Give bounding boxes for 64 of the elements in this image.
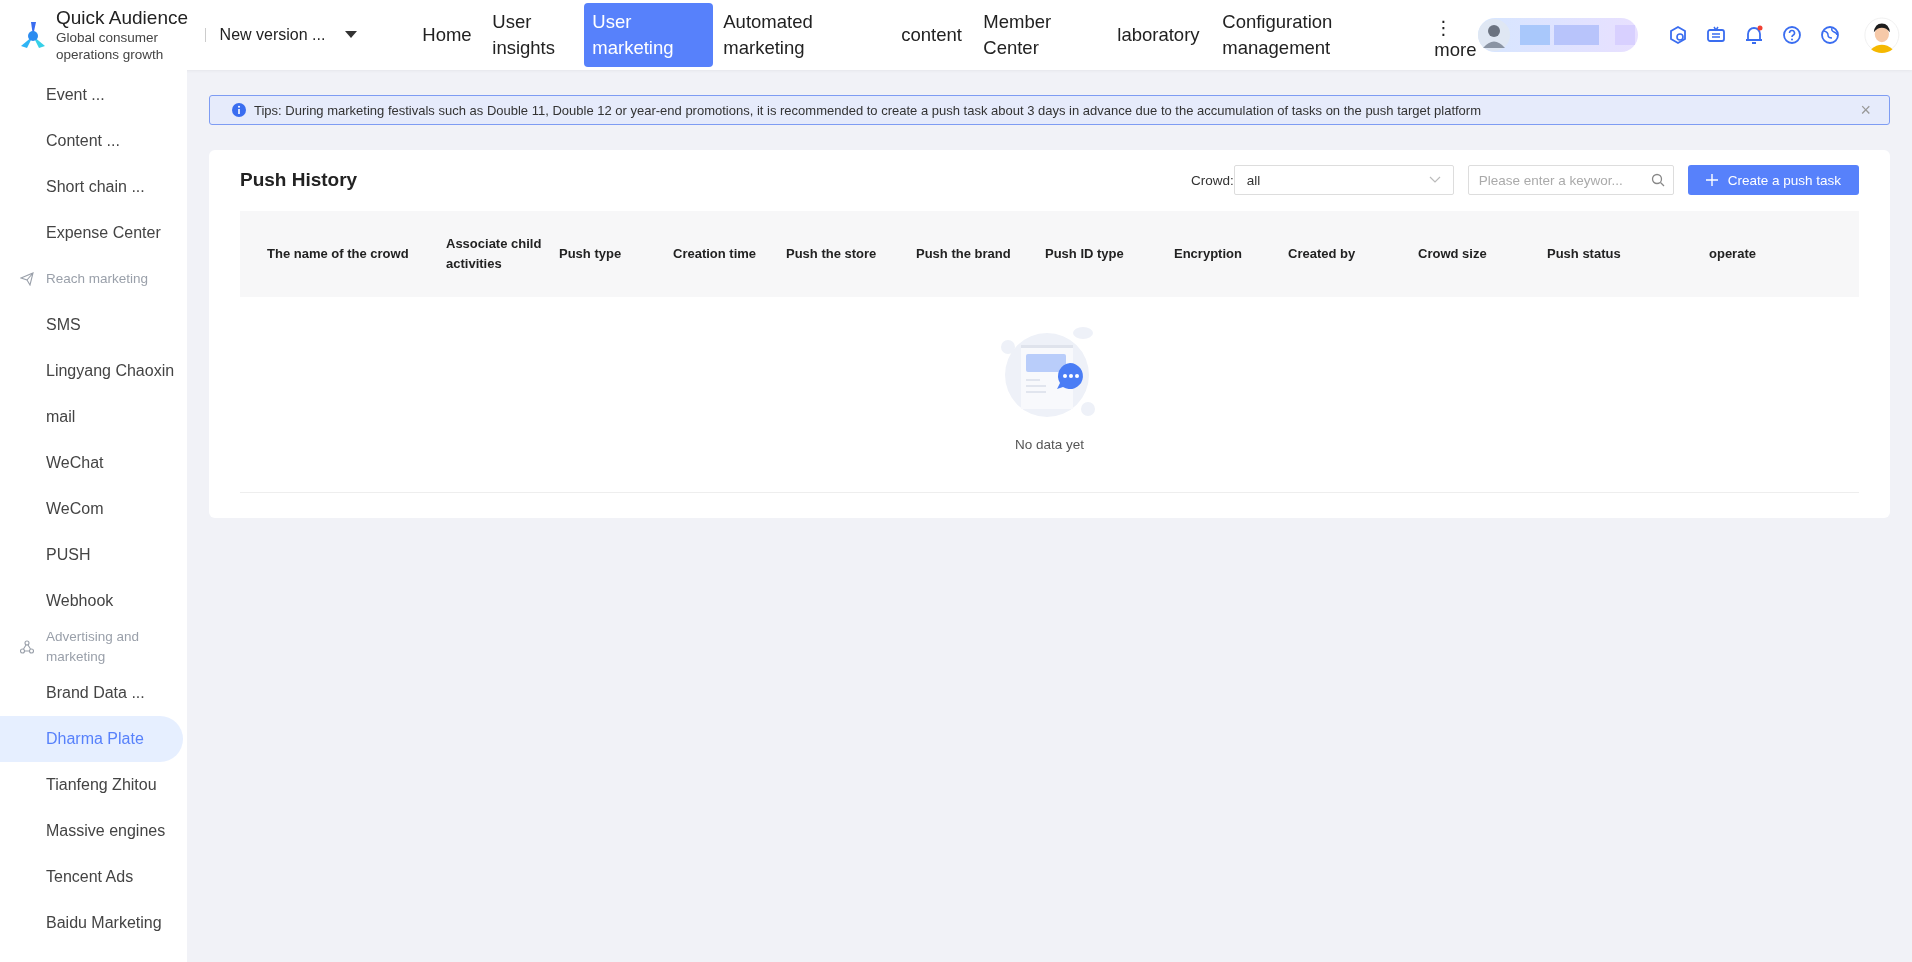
column-header: Crowd size — [1418, 245, 1488, 263]
sidebar-item[interactable]: Expense Center — [0, 210, 183, 256]
column-header: Creation time — [673, 245, 758, 263]
column-header: operate — [1709, 245, 1757, 263]
nodes-icon — [20, 640, 34, 654]
product-tagline: Global consumer operations growth — [56, 29, 165, 63]
column-header: Associate child activities — [446, 235, 543, 273]
hexagon-gear-icon[interactable] — [1668, 25, 1689, 45]
column-header: Encryption — [1174, 245, 1243, 263]
nav-tab[interactable]: Automated marketing — [715, 3, 894, 67]
sidebar-item[interactable]: Tencent Ads — [0, 854, 183, 900]
sidebar-item[interactable]: Baidu Marketing — [0, 900, 183, 946]
nav-tab[interactable]: Member Center — [975, 3, 1110, 67]
panel-title: Push History — [240, 169, 358, 191]
column-header: Push the store — [786, 245, 878, 263]
user-avatar-icon[interactable] — [1864, 16, 1900, 54]
sidebar-item[interactable]: Tianfeng Zhitou — [0, 762, 183, 808]
nav-tab[interactable]: laboratory — [1109, 16, 1215, 54]
column-header: Push ID type — [1045, 245, 1125, 263]
sidebar-item[interactable]: Massive engines — [0, 808, 183, 854]
crowd-label: Crowd: — [1190, 172, 1234, 188]
empty-state-text: No data yet — [1014, 437, 1084, 452]
sidebar-group-title: Advertising and marketing — [46, 628, 141, 666]
plus-icon — [1705, 174, 1718, 186]
sidebar-item[interactable]: Content ... — [0, 118, 183, 164]
info-icon — [232, 103, 246, 117]
sidebar-item[interactable]: mail — [0, 394, 183, 440]
person-avatar-icon — [1478, 19, 1511, 51]
paper-plane-icon — [20, 272, 34, 286]
notification-bell-icon[interactable] — [1744, 25, 1765, 45]
sidebar-item[interactable]: WeCom — [0, 486, 183, 532]
column-header: The name of the crowd — [267, 245, 410, 263]
column-header: Push type — [559, 245, 623, 263]
create-push-task-button[interactable]: Create a push task — [1687, 165, 1859, 195]
column-header: Push the brand — [916, 245, 1012, 263]
tip-text: Tips: During marketing festivals such as Double 11, Double 12 or year-end promotions, it is recommended to create a push task about 3 days in advance due to the accumulation of tasks on the push target platform — [254, 102, 1482, 118]
help-icon[interactable] — [1782, 25, 1803, 45]
nav-tab[interactable]: content — [893, 16, 976, 54]
ticket-icon[interactable] — [1706, 25, 1727, 45]
sidebar-item[interactable]: Short chain ... — [0, 164, 183, 210]
nav-tab[interactable]: User marketing — [584, 3, 714, 67]
column-header: Push status — [1547, 245, 1622, 263]
search-icon[interactable] — [1650, 173, 1665, 187]
caret-icon — [345, 31, 358, 39]
chevron-down-icon — [1428, 176, 1441, 184]
nav-tab[interactable]: Configuration management — [1214, 3, 1435, 67]
search-field[interactable]: Please enter a keywor... — [1467, 165, 1674, 195]
globe-icon[interactable] — [1820, 25, 1841, 45]
sidebar-item[interactable]: Webhook — [0, 578, 183, 624]
sidebar-item[interactable]: SMS — [0, 302, 183, 348]
column-header: Created by — [1288, 245, 1357, 263]
crowd-select[interactable]: all — [1233, 165, 1454, 195]
sidebar-group-title: Reach marketing — [46, 270, 150, 288]
sidebar-item[interactable]: PUSH — [0, 532, 183, 578]
product-name: Quick Audience — [56, 7, 190, 29]
user-switcher[interactable] — [1478, 18, 1639, 52]
more-menu[interactable]: ⋮ more — [1434, 17, 1477, 61]
sidebar-item[interactable]: Event ... — [0, 72, 183, 118]
sidebar-item[interactable]: Lingyang Chaoxin — [0, 348, 183, 394]
sidebar-item[interactable]: Brand Data ... — [0, 670, 183, 716]
nav-tab[interactable]: User insights — [484, 3, 585, 67]
sidebar-item[interactable]: WeChat — [0, 440, 183, 486]
nav-tab[interactable]: Home — [414, 16, 485, 54]
version-dropdown[interactable]: New version ... — [219, 26, 367, 44]
